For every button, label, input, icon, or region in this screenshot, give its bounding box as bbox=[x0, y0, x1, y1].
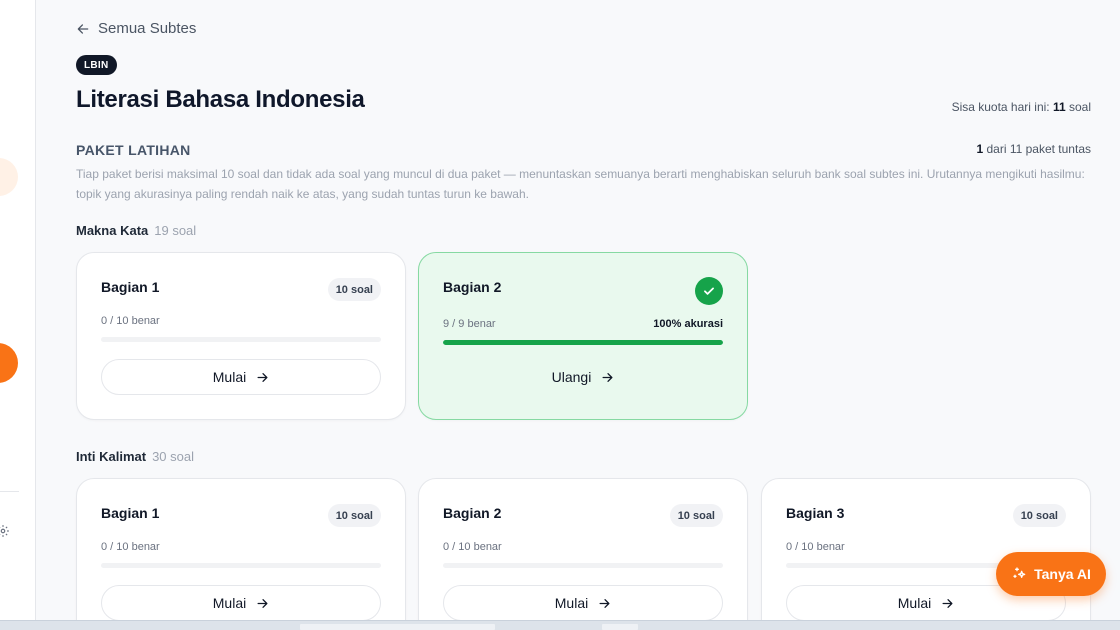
pack-title: Bagian 2 bbox=[443, 505, 502, 521]
pack-progress-fill bbox=[443, 340, 723, 345]
packs-completed-summary: 1 dari 11 paket tuntas bbox=[976, 142, 1091, 156]
bottom-scrollbar bbox=[0, 620, 1120, 630]
ask-ai-button[interactable]: Tanya AI bbox=[996, 552, 1106, 596]
section-description: Tiap paket berisi maksimal 10 soal dan t… bbox=[76, 167, 1085, 201]
quota-info: Sisa kuota hari ini: 11 soal bbox=[952, 100, 1091, 114]
pack-progress-bar bbox=[101, 563, 381, 568]
scrollbar-thumb[interactable] bbox=[602, 624, 638, 630]
pack-progress-text: 0 / 10 benar bbox=[786, 541, 845, 553]
sidebar bbox=[0, 0, 36, 630]
arrow-right-icon bbox=[599, 598, 610, 608]
check-icon bbox=[695, 277, 723, 305]
quota-value: 11 bbox=[1052, 100, 1066, 114]
pack-card: Bagian 1 10 soal 0 / 10 benar Mulai bbox=[76, 252, 406, 420]
pack-progress-text: 0 / 10 benar bbox=[101, 315, 160, 327]
pack-progress-bar bbox=[101, 337, 381, 342]
group-name: Inti Kalimat bbox=[76, 449, 147, 464]
pack-card: Bagian 1 10 soal 0 / 10 benar Mulai bbox=[76, 478, 406, 630]
question-count-chip: 10 soal bbox=[669, 504, 723, 527]
sidebar-divider bbox=[0, 491, 19, 492]
group-label: Inti Kalimat 30 soal bbox=[76, 449, 194, 464]
question-count-chip: 10 soal bbox=[327, 504, 381, 527]
pack-card: Bagian 2 10 soal 0 / 10 benar Mulai bbox=[418, 478, 748, 630]
question-count-chip: 10 soal bbox=[1012, 504, 1066, 527]
pack-title: Bagian 3 bbox=[786, 505, 845, 521]
pack-accuracy: 100% akurasi bbox=[653, 318, 723, 330]
scrollbar-segment bbox=[300, 624, 495, 630]
arrow-right-icon bbox=[942, 598, 953, 608]
group-count: 30 soal bbox=[152, 449, 194, 464]
sidebar-nav-item[interactable] bbox=[0, 158, 18, 196]
group-count: 19 soal bbox=[154, 223, 197, 238]
pack-title: Bagian 1 bbox=[101, 279, 160, 295]
ask-ai-label: Tanya AI bbox=[1034, 566, 1091, 582]
retry-pack-button[interactable]: Ulangi bbox=[443, 359, 723, 395]
pack-progress-bar bbox=[443, 340, 723, 345]
question-count-chip: 10 soal bbox=[327, 278, 381, 301]
quota-suffix: soal bbox=[1065, 100, 1091, 114]
group-label: Makna Kata 19 soal bbox=[76, 223, 196, 238]
button-label: Mulai bbox=[212, 595, 247, 611]
button-label: Ulangi bbox=[551, 369, 592, 385]
arrow-right-icon bbox=[257, 372, 268, 382]
pack-card-completed: Bagian 2 9 / 9 benar 100% akurasi Ulangi bbox=[418, 252, 748, 420]
sparkle-icon bbox=[1013, 567, 1026, 578]
gear-icon[interactable] bbox=[0, 524, 10, 538]
quota-prefix: Sisa kuota hari ini: bbox=[951, 100, 1053, 114]
arrow-right-icon bbox=[602, 372, 613, 382]
start-pack-button[interactable]: Mulai bbox=[101, 359, 381, 395]
sidebar-nav-item-active[interactable] bbox=[0, 343, 18, 383]
back-link[interactable]: Semua Subtes bbox=[76, 20, 196, 37]
button-label: Mulai bbox=[897, 595, 932, 611]
pack-title: Bagian 1 bbox=[101, 505, 160, 521]
page-title: Literasi Bahasa Indonesia bbox=[76, 86, 365, 113]
pack-progress-text: 0 / 10 benar bbox=[443, 541, 502, 553]
start-pack-button[interactable]: Mulai bbox=[443, 585, 723, 621]
pack-title: Bagian 2 bbox=[443, 279, 502, 295]
start-pack-button[interactable]: Mulai bbox=[101, 585, 381, 621]
back-link-label: Semua Subtes bbox=[98, 20, 197, 37]
subtest-code-badge: LBIN bbox=[76, 55, 117, 75]
group-name: Makna Kata bbox=[76, 223, 149, 238]
arrow-left-icon bbox=[77, 23, 89, 34]
packs-completed-suffix: dari 11 paket tuntas bbox=[983, 142, 1091, 156]
pack-progress-text: 9 / 9 benar bbox=[443, 318, 496, 330]
button-label: Mulai bbox=[554, 595, 589, 611]
arrow-right-icon bbox=[257, 598, 268, 608]
pack-progress-text: 0 / 10 benar bbox=[101, 541, 160, 553]
section-heading: PAKET LATIHAN bbox=[76, 142, 191, 158]
button-label: Mulai bbox=[212, 369, 247, 385]
pack-progress-bar bbox=[443, 563, 723, 568]
